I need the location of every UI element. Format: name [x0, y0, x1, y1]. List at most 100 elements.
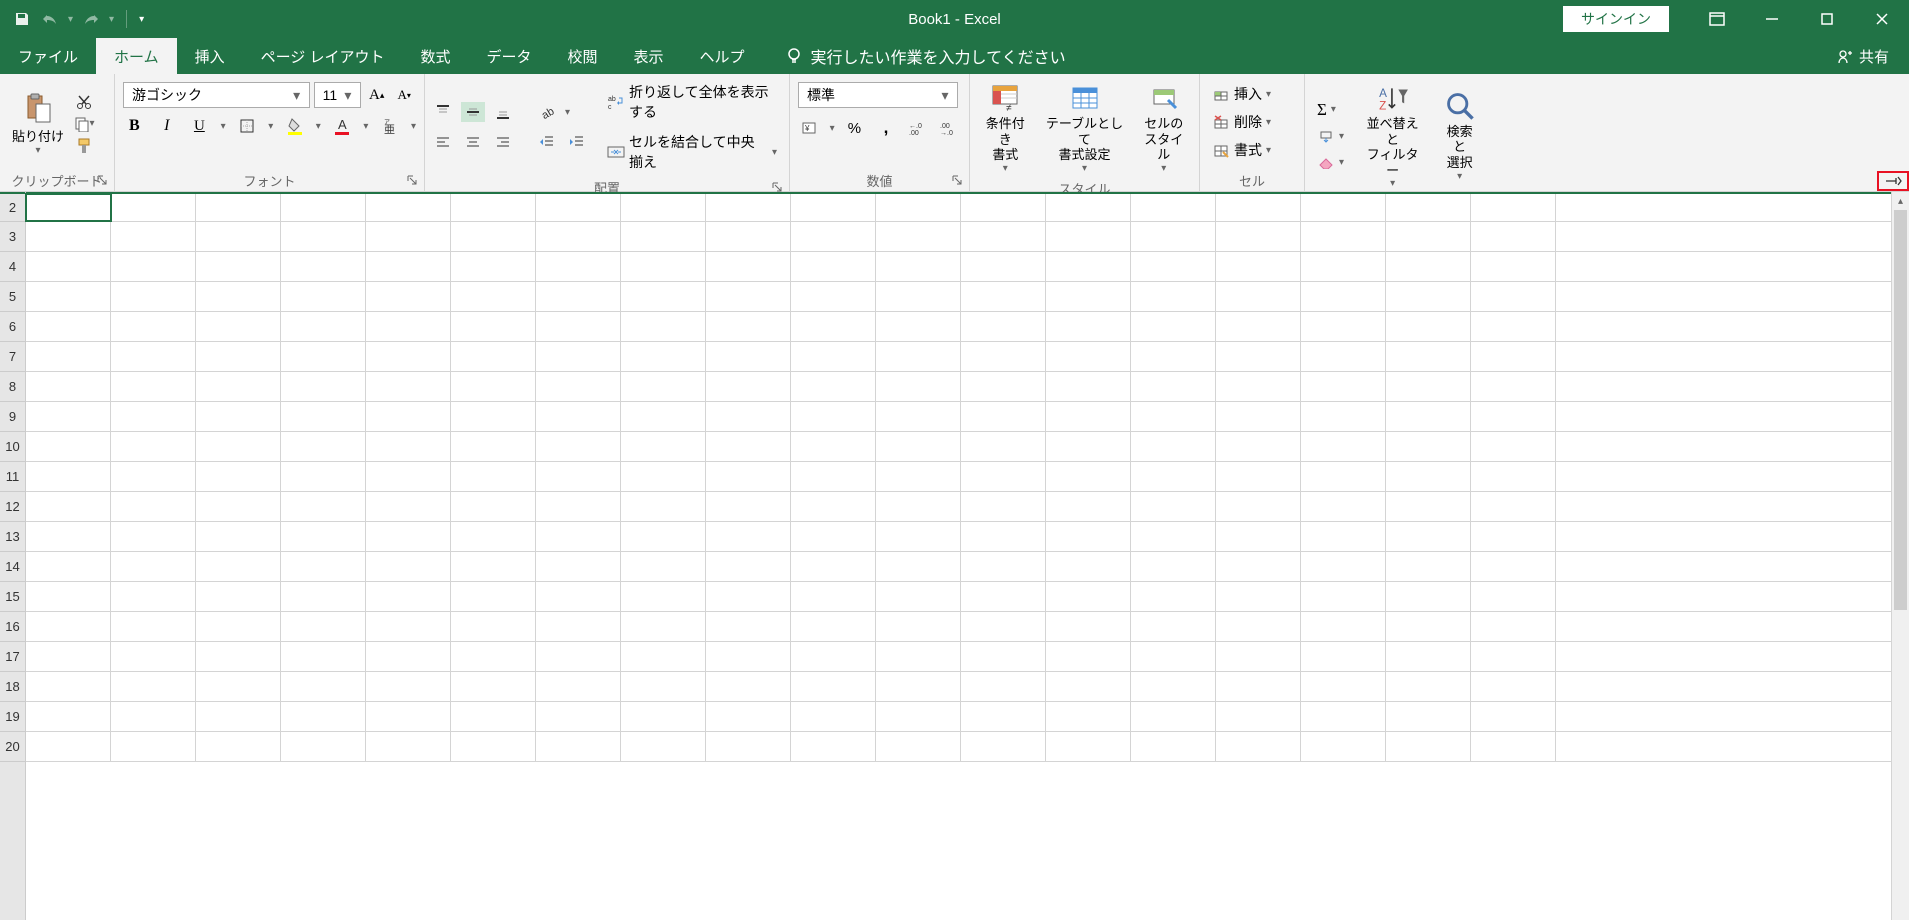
cell[interactable] [281, 702, 366, 731]
cell[interactable] [1046, 252, 1131, 281]
cell[interactable] [1046, 282, 1131, 311]
cell[interactable] [366, 194, 451, 221]
cell[interactable] [1386, 282, 1471, 311]
chevron-down-icon[interactable]: ▾ [363, 121, 368, 132]
cell[interactable] [621, 462, 706, 491]
cell[interactable] [111, 194, 196, 221]
cell[interactable] [281, 402, 366, 431]
chevron-down-icon[interactable]: ▾ [221, 121, 226, 132]
cell[interactable] [1131, 194, 1216, 221]
cell[interactable] [111, 282, 196, 311]
cell[interactable] [281, 612, 366, 641]
cell[interactable] [26, 372, 111, 401]
cell[interactable] [1471, 194, 1556, 221]
cell[interactable] [706, 732, 791, 761]
cell[interactable] [196, 312, 281, 341]
scrollbar-thumb[interactable] [1894, 210, 1907, 610]
close-icon[interactable] [1854, 0, 1909, 38]
cell[interactable] [1216, 582, 1301, 611]
cell[interactable] [706, 672, 791, 701]
cell[interactable] [26, 672, 111, 701]
chevron-down-icon[interactable]: ▾ [411, 121, 416, 132]
cell[interactable] [536, 702, 621, 731]
cell[interactable] [791, 582, 876, 611]
decrease-font-icon[interactable]: A▾ [392, 85, 416, 105]
cell[interactable] [281, 252, 366, 281]
row-header[interactable]: 17 [0, 642, 25, 672]
row-header[interactable]: 14 [0, 552, 25, 582]
cell[interactable] [1386, 522, 1471, 551]
cell[interactable] [196, 402, 281, 431]
cell[interactable] [791, 672, 876, 701]
cell[interactable] [1131, 522, 1216, 551]
cell[interactable] [451, 222, 536, 251]
cell[interactable] [1216, 642, 1301, 671]
cell[interactable] [196, 282, 281, 311]
cell[interactable] [451, 372, 536, 401]
cell[interactable] [1216, 432, 1301, 461]
cell[interactable] [536, 642, 621, 671]
cell[interactable] [536, 194, 621, 221]
find-select-button[interactable]: 検索と 選択▾ [1435, 88, 1484, 184]
cell[interactable] [876, 222, 961, 251]
cell[interactable] [1471, 462, 1556, 491]
cell[interactable] [621, 222, 706, 251]
cell[interactable] [1386, 222, 1471, 251]
row-header[interactable]: 7 [0, 342, 25, 372]
cell[interactable] [706, 194, 791, 221]
cell[interactable] [1046, 194, 1131, 221]
cell[interactable] [1046, 402, 1131, 431]
cell[interactable] [1301, 342, 1386, 371]
cell[interactable] [111, 702, 196, 731]
cell[interactable] [961, 552, 1046, 581]
cell[interactable] [706, 582, 791, 611]
cell[interactable] [1131, 582, 1216, 611]
comma-icon[interactable]: , [874, 118, 898, 138]
vertical-scrollbar[interactable]: ▴ [1891, 192, 1909, 920]
cell[interactable] [281, 342, 366, 371]
cell[interactable] [791, 312, 876, 341]
cell[interactable] [1216, 672, 1301, 701]
cell[interactable] [1386, 492, 1471, 521]
cell[interactable] [791, 282, 876, 311]
cell[interactable] [536, 282, 621, 311]
cell[interactable] [621, 522, 706, 551]
cell[interactable] [1301, 222, 1386, 251]
tab-formulas[interactable]: 数式 [402, 38, 468, 74]
cell[interactable] [1471, 732, 1556, 761]
increase-decimal-icon[interactable]: ←.0.00 [906, 118, 930, 138]
cell[interactable] [961, 462, 1046, 491]
scroll-up-icon[interactable]: ▴ [1892, 192, 1909, 210]
cell[interactable] [621, 432, 706, 461]
cell[interactable] [1386, 582, 1471, 611]
cell-styles-button[interactable]: セルの スタイル▾ [1135, 80, 1193, 176]
cell[interactable] [26, 342, 111, 371]
chevron-down-icon[interactable]: ▾ [830, 123, 835, 134]
cell[interactable] [1301, 432, 1386, 461]
cell[interactable] [876, 582, 961, 611]
cell[interactable] [26, 402, 111, 431]
cell[interactable] [1301, 732, 1386, 761]
cell[interactable] [1301, 552, 1386, 581]
cell[interactable] [366, 612, 451, 641]
cell[interactable] [961, 342, 1046, 371]
cell[interactable] [791, 732, 876, 761]
cell[interactable] [791, 252, 876, 281]
cell[interactable] [111, 582, 196, 611]
cell[interactable] [876, 522, 961, 551]
cell[interactable] [706, 372, 791, 401]
undo-icon[interactable] [40, 9, 60, 29]
cell[interactable] [281, 462, 366, 491]
maximize-icon[interactable] [1799, 0, 1854, 38]
cell[interactable] [1216, 312, 1301, 341]
row-header[interactable]: 8 [0, 372, 25, 402]
cell[interactable] [26, 732, 111, 761]
cell[interactable] [1131, 432, 1216, 461]
cell[interactable] [706, 552, 791, 581]
cell[interactable] [791, 492, 876, 521]
cell[interactable] [451, 462, 536, 491]
cell[interactable] [451, 612, 536, 641]
cell[interactable] [621, 282, 706, 311]
cell[interactable] [876, 252, 961, 281]
cell[interactable] [451, 732, 536, 761]
